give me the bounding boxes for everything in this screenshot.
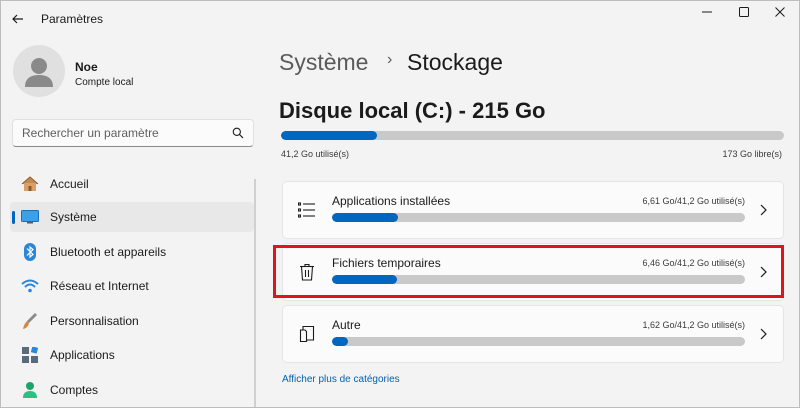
category-usage-bar bbox=[332, 337, 745, 346]
disk-title: Disque local (C:) - 215 Go bbox=[279, 98, 546, 123]
sidebar-item-label: Personnalisation bbox=[50, 314, 139, 328]
home-icon bbox=[20, 175, 40, 193]
category-title: Fichiers temporaires bbox=[332, 256, 441, 270]
category-card-applications[interactable]: Applications installées 6,61 Go/41,2 Go … bbox=[282, 181, 784, 239]
disk-usage-bar bbox=[281, 131, 784, 140]
category-usage-fill bbox=[332, 275, 397, 284]
back-button[interactable] bbox=[7, 8, 29, 30]
sidebar-item-personnalisation[interactable]: Personnalisation bbox=[10, 306, 254, 336]
disk-free-label: 173 Go libre(s) bbox=[722, 149, 782, 159]
profile-name: Noe bbox=[75, 60, 98, 74]
settings-window: Paramètres Noe Compte local Accueil bbox=[0, 0, 800, 408]
breadcrumb-parent[interactable]: Système bbox=[279, 49, 368, 76]
sidebar-item-accueil[interactable]: Accueil bbox=[10, 169, 254, 199]
maximize-icon bbox=[739, 7, 749, 17]
category-usage-fill bbox=[332, 337, 349, 346]
close-button[interactable] bbox=[762, 1, 798, 23]
chevron-right-icon bbox=[760, 328, 767, 340]
sidebar-item-label: Applications bbox=[50, 348, 115, 362]
brush-icon bbox=[20, 312, 40, 330]
sidebar-scrollbar[interactable] bbox=[254, 179, 256, 407]
wifi-icon bbox=[20, 277, 40, 295]
monitor-icon bbox=[20, 208, 40, 226]
sidebar-item-applications[interactable]: Applications bbox=[10, 340, 254, 370]
search-box[interactable] bbox=[12, 119, 254, 147]
page-title: Stockage bbox=[407, 49, 503, 75]
chevron-right-icon bbox=[760, 266, 767, 278]
bluetooth-icon bbox=[20, 243, 40, 261]
profile-account-type: Compte local bbox=[75, 77, 134, 88]
sidebar-item-bluetooth[interactable]: Bluetooth et appareils bbox=[10, 237, 254, 267]
minimize-button[interactable] bbox=[689, 1, 725, 23]
list-icon bbox=[297, 200, 317, 220]
breadcrumb-separator: › bbox=[387, 51, 393, 68]
search-icon[interactable] bbox=[232, 127, 244, 139]
chevron-right-icon bbox=[760, 204, 767, 216]
avatar[interactable] bbox=[13, 45, 65, 97]
disk-usage-fill bbox=[281, 131, 377, 140]
search-input[interactable] bbox=[22, 125, 222, 141]
category-title: Applications installées bbox=[332, 194, 451, 208]
sidebar-item-comptes[interactable]: Comptes bbox=[10, 375, 254, 405]
category-usage-bar bbox=[332, 213, 745, 222]
apps-icon bbox=[20, 346, 40, 364]
sidebar-item-label: Système bbox=[50, 210, 97, 224]
category-title: Autre bbox=[332, 318, 361, 332]
category-size: 6,46 Go/41,2 Go utilisé(s) bbox=[642, 258, 745, 268]
trash-icon bbox=[297, 262, 317, 282]
app-title: Paramètres bbox=[41, 12, 104, 26]
sidebar-item-label: Bluetooth et appareils bbox=[50, 245, 167, 259]
folder-document-icon bbox=[297, 324, 317, 344]
maximize-button[interactable] bbox=[726, 1, 762, 23]
category-size: 6,61 Go/41,2 Go utilisé(s) bbox=[642, 196, 745, 206]
sidebar-item-reseau[interactable]: Réseau et Internet bbox=[10, 271, 254, 301]
category-usage-fill bbox=[332, 213, 399, 222]
category-card-fichiers-temporaires[interactable]: Fichiers temporaires 6,46 Go/41,2 Go uti… bbox=[282, 243, 784, 301]
person-silhouette-icon bbox=[25, 58, 53, 87]
sidebar-item-label: Accueil bbox=[50, 177, 89, 191]
disk-used-label: 41,2 Go utilisé(s) bbox=[281, 149, 350, 159]
sidebar-item-label: Comptes bbox=[50, 383, 99, 397]
title-bar: Paramètres bbox=[1, 1, 799, 37]
person-icon bbox=[20, 381, 40, 399]
back-arrow-icon bbox=[12, 14, 23, 24]
category-size: 1,62 Go/41,2 Go utilisé(s) bbox=[642, 320, 745, 330]
category-usage-bar bbox=[332, 275, 745, 284]
close-icon bbox=[775, 7, 785, 17]
sidebar-item-systeme[interactable]: Système bbox=[10, 202, 254, 232]
active-indicator bbox=[12, 211, 15, 224]
sidebar-item-label: Réseau et Internet bbox=[50, 279, 149, 293]
minimize-icon bbox=[702, 11, 712, 13]
show-more-categories-link[interactable]: Afficher plus de catégories bbox=[282, 374, 400, 385]
category-card-autre[interactable]: Autre 1,62 Go/41,2 Go utilisé(s) bbox=[282, 305, 784, 363]
